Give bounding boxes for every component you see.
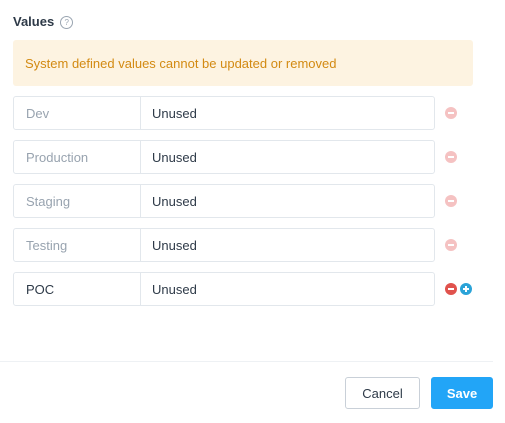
remove-icon[interactable] [445,283,457,295]
cancel-button[interactable]: Cancel [345,377,420,409]
value-usage: Unused [152,193,197,209]
value-name-field: Testing [14,229,141,261]
value-name-field: Production [14,141,141,173]
footer-divider [0,361,493,362]
values-panel: Values ? System defined values cannot be… [0,0,505,423]
value-name-field: Dev [14,97,141,129]
warning-banner: System defined values cannot be updated … [13,40,473,86]
add-icon[interactable] [460,283,472,295]
remove-disabled-icon [445,107,457,119]
warning-text: System defined values cannot be updated … [25,55,337,71]
value-row: POC Unused [13,272,483,306]
value-row: Testing Unused [13,228,483,262]
section-title: Values [13,13,55,29]
section-header: Values ? [13,12,74,30]
dialog-footer: Cancel Save [345,377,493,409]
remove-disabled-icon [445,195,457,207]
value-row: Staging Unused [13,184,483,218]
value-usage: Unused [152,149,197,165]
save-button[interactable]: Save [431,377,493,409]
value-name-input[interactable]: POC [14,273,141,305]
remove-disabled-icon [445,239,457,251]
value-usage: Unused [152,237,197,253]
value-usage: Unused [152,281,197,297]
values-list: Dev Unused Production Unused Staging Unu… [13,96,483,316]
value-row: Dev Unused [13,96,483,130]
value-usage: Unused [152,105,197,121]
value-row: Production Unused [13,140,483,174]
remove-disabled-icon [445,151,457,163]
help-icon[interactable]: ? [60,15,74,29]
value-name-field: Staging [14,185,141,217]
